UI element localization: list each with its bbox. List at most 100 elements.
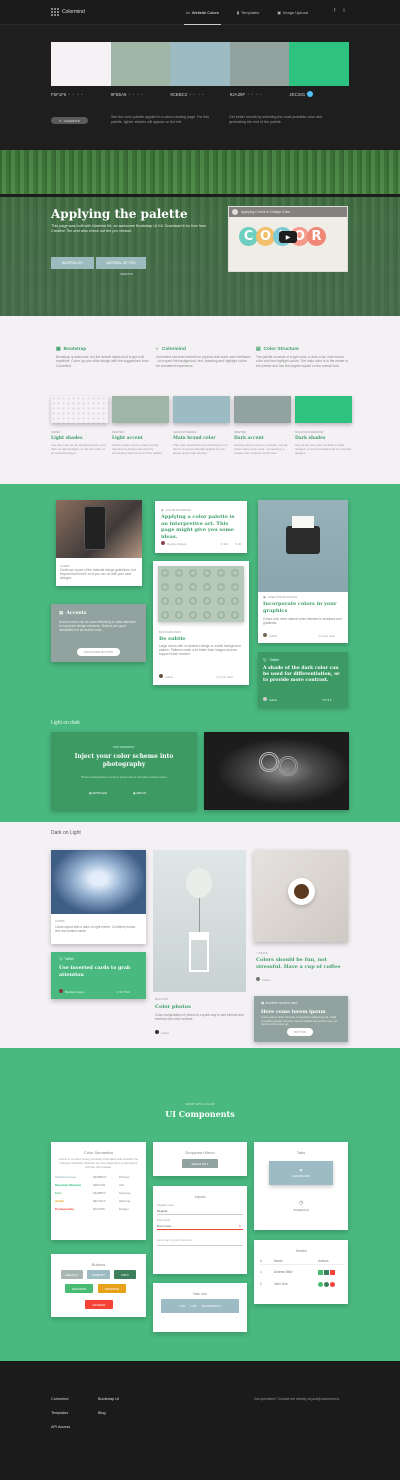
author[interactable]: Author: [269, 634, 277, 638]
arrow-controls[interactable]: ◂ ▸ ◂ ▸: [247, 92, 263, 96]
tile-light-accent: PEWTER Light accent Accent colors can be u…: [112, 396, 169, 455]
arrow-controls[interactable]: ◂ ▸ ◂ ▸: [189, 92, 205, 96]
cell: #E7A01A: [93, 1199, 106, 1204]
nav-templates[interactable]: ▮ Templates: [235, 0, 261, 25]
regular-input[interactable]: Regular: [157, 1207, 243, 1215]
primary-button[interactable]: PRIMARY: [87, 1270, 110, 1279]
generate-button[interactable]: ⟳ GENERATE: [51, 117, 88, 124]
components-kicker: WORK WITH COLOR: [185, 1102, 215, 1106]
author[interactable]: Author: [161, 1031, 169, 1035]
accent-button[interactable]: BUTTON: [287, 1028, 313, 1036]
user-icon[interactable]: [318, 1281, 323, 1287]
card-title: Buttons: [91, 1262, 106, 1267]
hex-value[interactable]: 9FB5A6: [111, 92, 127, 97]
twitter-label: Twitter: [269, 658, 280, 662]
tile-text: Use as the text color for dark-on-light …: [295, 443, 352, 455]
material-kit-pro-button[interactable]: MATERIAL KIT PRO: [96, 257, 146, 269]
card-title: Be subtle: [159, 636, 186, 642]
footer-link[interactable]: API Access: [51, 1425, 70, 1429]
tile-cap: SHADOW GREEN: [173, 430, 197, 434]
author[interactable]: Author: [165, 675, 173, 679]
footer-link[interactable]: Blog: [98, 1411, 106, 1415]
danger-button[interactable]: DANGER: [85, 1300, 113, 1309]
hex-value[interactable]: 9CBBC2: [170, 92, 187, 97]
cell: Info: [119, 1183, 125, 1188]
page: Colormind ▭ Website Colors ▮ Templates ▣ Im…: [0, 0, 400, 1480]
photography-card: PHOTOGRAPHY Inject your color scheme int…: [51, 732, 197, 810]
generate-label: GENERATE: [63, 118, 80, 123]
swatch[interactable]: [110, 42, 171, 86]
about-link[interactable]: ◉ ABOUT: [133, 791, 147, 795]
like-count: 6: [329, 698, 332, 702]
footer-link[interactable]: Colormind: [51, 1397, 68, 1401]
nav-website-colors[interactable]: ▭ Website Colors: [184, 0, 221, 25]
user-icon[interactable]: [318, 1269, 323, 1275]
tab-schedule[interactable]: ◷ SCHEDULE: [269, 1200, 333, 1212]
tile-dark-accent: PEWTER Dark accent Another accent color to…: [234, 396, 291, 455]
credits-link[interactable]: CREDITS: [120, 272, 133, 276]
twitter-icon: 🐦︎: [263, 658, 268, 662]
avatar: [159, 674, 163, 678]
author[interactable]: Author: [269, 698, 277, 702]
swatch[interactable]: [51, 42, 111, 86]
tab-dashboard[interactable]: ▦ DASHBOARD: [269, 1161, 333, 1185]
articles-link[interactable]: ▤ ARTICLES: [89, 791, 107, 795]
feature-title: Bootstrap: [63, 347, 87, 352]
semantics-table: Shadow Green #9CBBC2 Primary Mountain Meado…: [55, 1173, 142, 1213]
author[interactable]: Author: [262, 978, 270, 982]
video-title-bar: Applying Colors in Design Color: [229, 207, 347, 217]
delete-icon[interactable]: [330, 1281, 335, 1287]
nav-link[interactable]: LINK: [179, 1304, 185, 1308]
twitter-icon: 🐦︎: [59, 957, 64, 961]
video-embed[interactable]: Applying Colors in Design Color C O L O …: [228, 206, 348, 272]
arrow-controls[interactable]: ◂ ▸ ◂ ▸: [68, 92, 84, 96]
hint-left: See the color palette applied to a demo …: [111, 115, 210, 124]
delete-icon[interactable]: [330, 1269, 335, 1275]
info-button[interactable]: INFO: [114, 1270, 136, 1279]
warning-button[interactable]: WARNING: [98, 1284, 126, 1293]
success-button[interactable]: SUCCESS: [65, 1284, 93, 1293]
edit-icon[interactable]: [324, 1269, 329, 1275]
hex-value[interactable]: F5F1F5: [51, 92, 66, 97]
facebook-icon[interactable]: f: [334, 8, 335, 14]
material-kit-button[interactable]: MATERIAL KIT: [51, 257, 94, 269]
default-button[interactable]: DEFAULT: [61, 1270, 83, 1279]
hex-value[interactable]: 92A39F: [230, 92, 245, 97]
edit-icon[interactable]: [324, 1281, 329, 1287]
author[interactable]: Rooftop Design: [65, 990, 84, 994]
feature-text: Colormind has been trained on popular re…: [156, 355, 251, 368]
play-icon[interactable]: ▶: [279, 231, 297, 243]
footer-link[interactable]: Bootstrap UI: [98, 1397, 119, 1401]
rose-shape: [259, 752, 279, 772]
arrow-controls[interactable]: ◂ ▸ ◂ ▸: [128, 92, 144, 96]
advanced-button[interactable]: ADVANCED BUTTON: [77, 648, 120, 656]
coffee-shape: [294, 884, 309, 899]
balloon-card: [153, 850, 246, 992]
error-input[interactable]: Error Input ✕: [157, 1222, 243, 1230]
swatch[interactable]: [170, 42, 230, 86]
feature-text: Bootstrap is awesome, but the default st…: [56, 355, 149, 368]
brand[interactable]: Colormind: [51, 8, 85, 16]
feature-structure: ▤ Color Structure The palette consists of …: [256, 347, 351, 368]
swatch[interactable]: [289, 42, 349, 86]
author[interactable]: Rooftop Design: [167, 542, 186, 546]
nav-link[interactable]: LINK: [190, 1304, 196, 1308]
dropdown-button[interactable]: REGULAR ▾: [182, 1159, 218, 1168]
hex-value[interactable]: 2EC281: [289, 92, 305, 97]
example-title: Applying a color palette is an interpret…: [161, 514, 235, 540]
card-stats: ♥ 34 ⟲ 10: [117, 990, 130, 994]
swatch[interactable]: [229, 42, 290, 86]
tile-title: Dark accent: [234, 436, 264, 441]
card-title: Nav bar: [192, 1291, 207, 1296]
twitter-icon[interactable]: t: [343, 8, 344, 14]
nav-dropdown[interactable]: DROPDOWN ▾: [202, 1304, 221, 1308]
nav-image-upload[interactable]: ▣ Image Upload: [275, 0, 310, 25]
card-text: Cards are a part of the material design …: [60, 568, 136, 581]
twitter-card: 🐦︎ Twitter A shade of the dark color can …: [258, 652, 348, 707]
lock-icon[interactable]: [307, 91, 314, 97]
dark-on-light-heading: Dark on Light: [51, 830, 81, 836]
card-title: Color photos: [155, 1004, 191, 1010]
placeholder-input[interactable]: Here can be your blue text: [157, 1238, 243, 1246]
nav-label: Website Colors: [191, 9, 219, 15]
footer-link[interactable]: Templates: [51, 1411, 68, 1415]
